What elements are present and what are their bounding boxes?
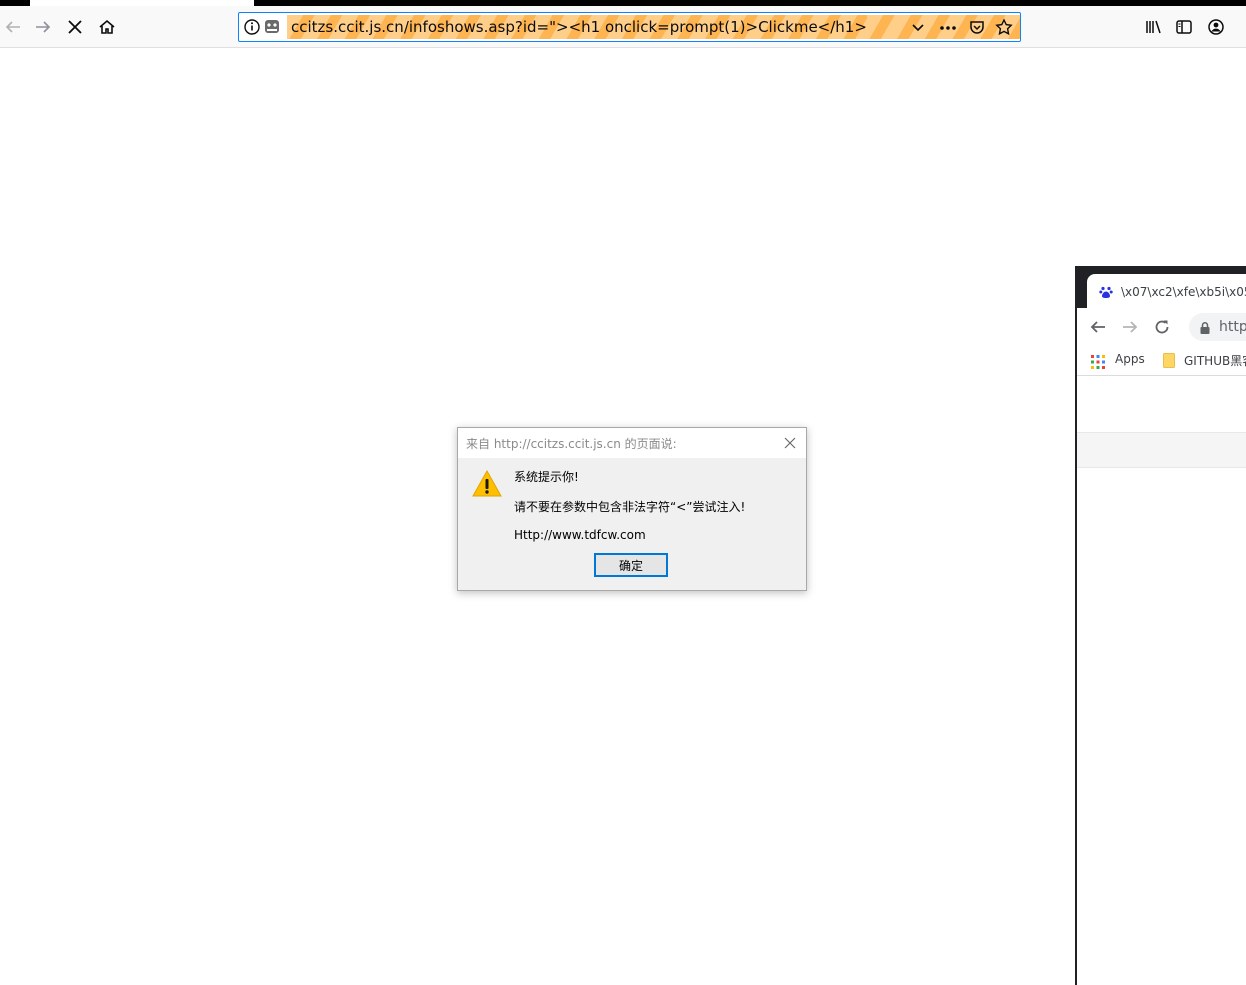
- more-icon[interactable]: [939, 20, 957, 39]
- ok-button[interactable]: 确定: [594, 553, 668, 577]
- home-icon[interactable]: [94, 14, 120, 40]
- chrome-forward-icon[interactable]: [1121, 318, 1139, 340]
- library-icon[interactable]: [1140, 14, 1166, 40]
- dialog-message-line-1: 系统提示你!: [514, 470, 579, 484]
- chrome-window: \x07\xc2\xfe\xb5i\x05 http Apps GITHUB黑: [1075, 266, 1246, 985]
- chrome-tab-bar: \x07\xc2\xfe\xb5i\x05: [1077, 266, 1246, 308]
- bookmark-apps[interactable]: Apps: [1115, 352, 1145, 366]
- chrome-nav-row: http: [1077, 308, 1246, 346]
- chrome-back-icon[interactable]: [1089, 318, 1107, 340]
- dialog-title: 来自 http://ccitzs.ccit.js.cn 的页面说:: [466, 437, 677, 451]
- url-bar[interactable]: ccitzs.ccit.js.cn/infoshows.asp?id="><h1…: [238, 12, 1021, 42]
- chevron-down-icon[interactable]: [911, 20, 925, 39]
- dialog-titlebar: 来自 http://ccitzs.ccit.js.cn 的页面说:: [458, 428, 806, 458]
- tracking-icon: [265, 20, 279, 33]
- chrome-omnibox-text: http: [1219, 319, 1246, 335]
- site-identity[interactable]: [243, 18, 289, 36]
- chrome-page-strip: [1077, 432, 1246, 468]
- lock-icon: [1199, 320, 1211, 339]
- star-icon[interactable]: [995, 18, 1013, 40]
- info-icon: [244, 19, 260, 35]
- baidu-paw-icon: [1099, 284, 1113, 303]
- url-bar-actions: [867, 15, 1020, 40]
- chrome-reload-icon[interactable]: [1153, 318, 1171, 340]
- apps-grid-icon: [1091, 354, 1105, 373]
- chrome-tab-title: \x07\xc2\xfe\xb5i\x05: [1121, 285, 1246, 299]
- alert-dialog: 来自 http://ccitzs.ccit.js.cn 的页面说: 系统提示你!…: [457, 427, 807, 591]
- close-icon[interactable]: [782, 435, 798, 451]
- bookmark-github-folder[interactable]: GITHUB黑客: [1184, 352, 1246, 369]
- forward-arrow-icon[interactable]: [30, 14, 56, 40]
- ok-button-label: 确定: [618, 558, 643, 573]
- chrome-bookmarks-bar: Apps GITHUB黑客: [1077, 346, 1246, 376]
- warning-icon: [472, 469, 502, 499]
- back-arrow-icon[interactable]: [0, 14, 26, 40]
- sidebar-icon[interactable]: [1171, 14, 1197, 40]
- url-text[interactable]: ccitzs.ccit.js.cn/infoshows.asp?id="><h1…: [287, 15, 867, 39]
- dialog-message-line-2: 请不要在参数中包含非法字符“<”尝试注入!: [514, 500, 746, 514]
- folder-icon: [1163, 353, 1175, 372]
- chrome-tab[interactable]: \x07\xc2\xfe\xb5i\x05: [1087, 274, 1246, 308]
- dialog-message-line-3: Http://www.tdfcw.com: [514, 528, 646, 542]
- chrome-omnibox[interactable]: http: [1189, 313, 1246, 341]
- pocket-icon[interactable]: [969, 19, 985, 39]
- firefox-toolbar: ccitzs.ccit.js.cn/infoshows.asp?id="><h1…: [0, 6, 1246, 48]
- account-icon[interactable]: [1203, 14, 1229, 40]
- stop-icon[interactable]: [62, 14, 88, 40]
